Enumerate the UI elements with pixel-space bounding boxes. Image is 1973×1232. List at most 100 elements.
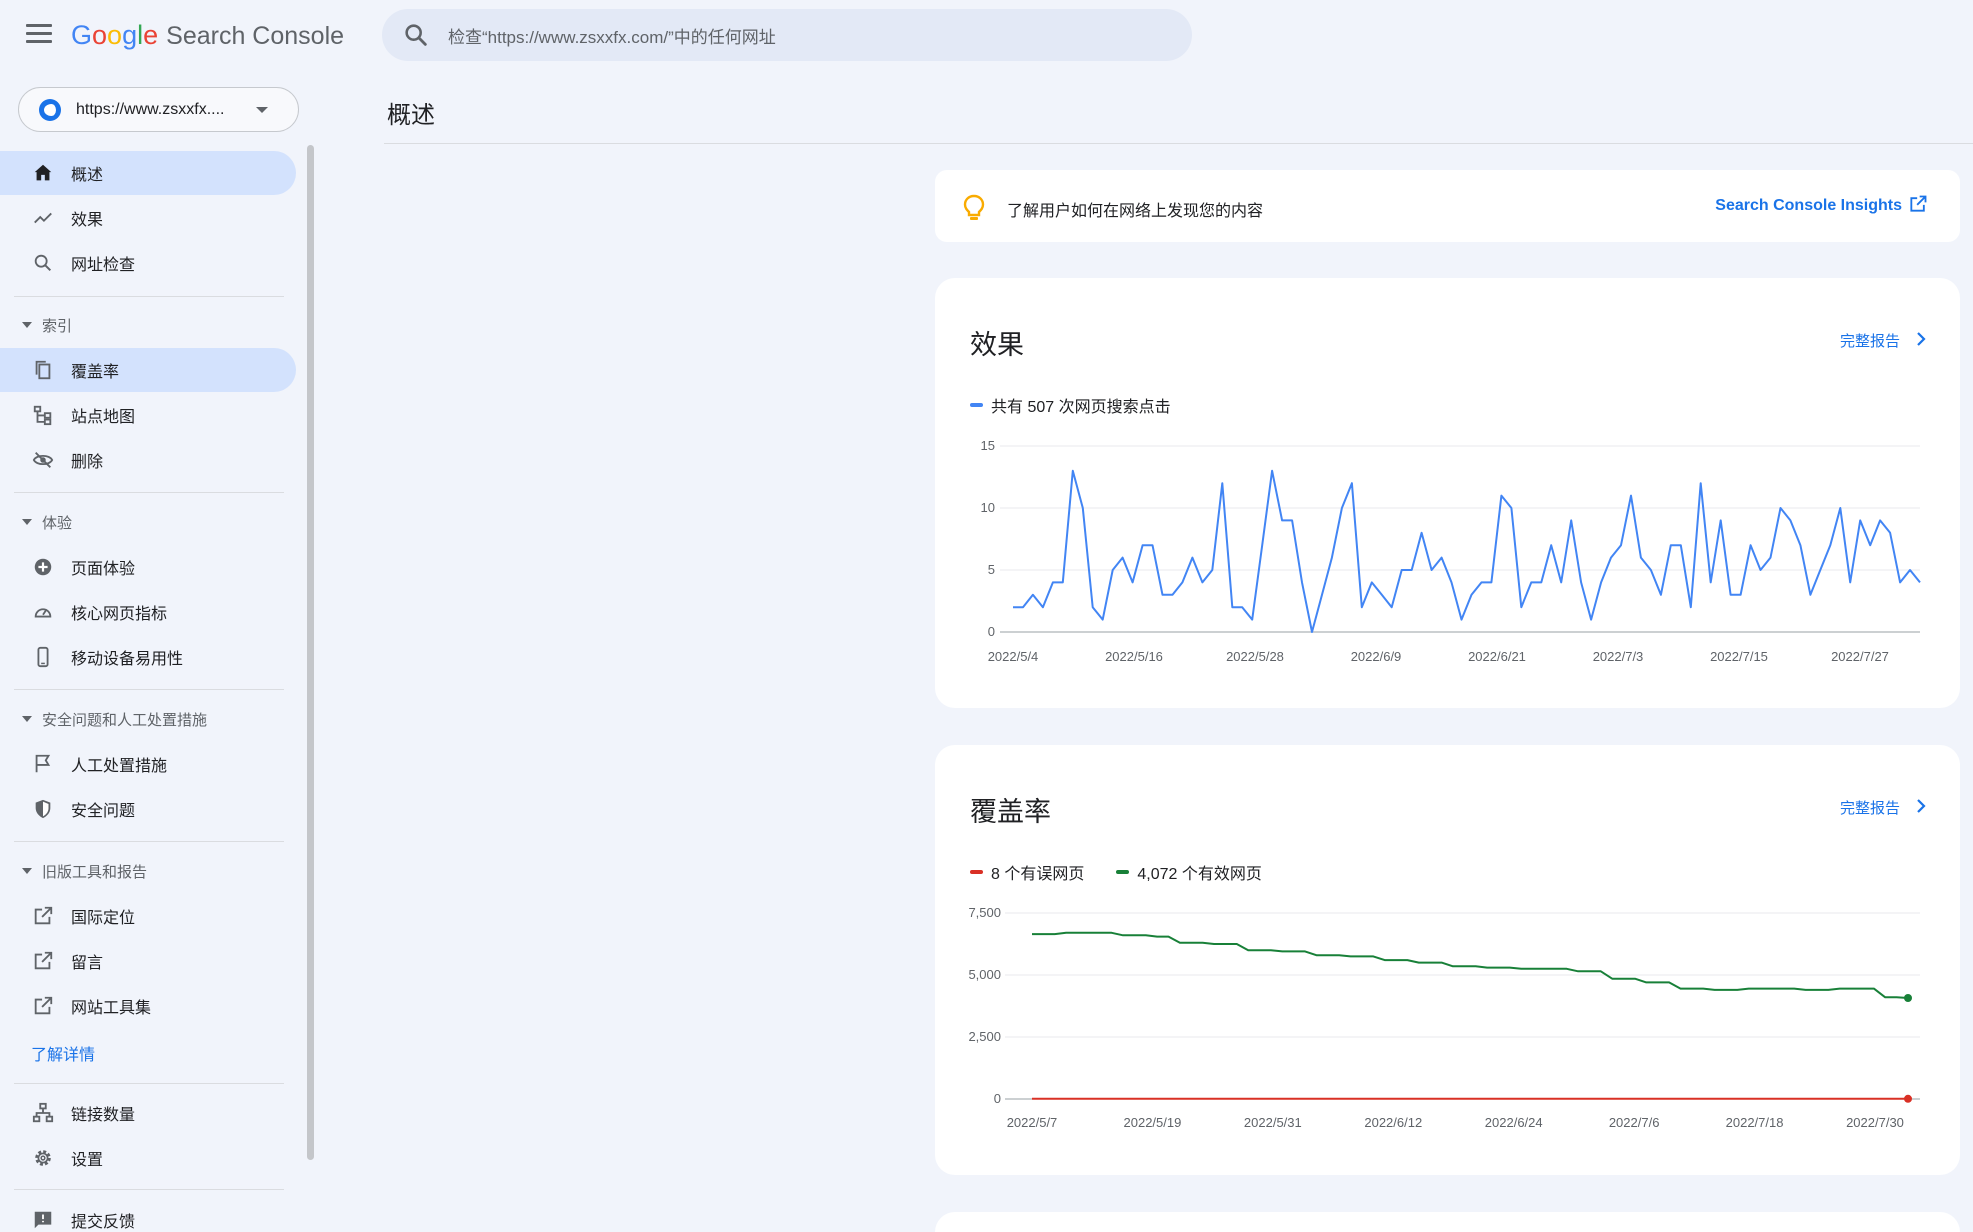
x-tick-label: 2022/5/16 [1105, 649, 1163, 664]
learn-more-link[interactable]: 了解详情 [31, 1041, 95, 1065]
main-menu-button[interactable] [26, 24, 52, 46]
trending-icon [31, 206, 55, 230]
sidebar-item-page-experience[interactable]: 页面体验 [0, 545, 296, 589]
coverage-chart[interactable]: 0 2,500 5,000 7,500 2022/5/7 2022/5/19 2022/5/… [935, 745, 1960, 1175]
x-tick-label: 2022/6/12 [1364, 1115, 1422, 1130]
coverage-card: 覆盖率 完整报告 8 个有误网页 4,072 个有效网页 0 2,500 5,000… [935, 745, 1960, 1175]
y-tick-label: 5,000 [968, 967, 1001, 982]
sidebar-item-removals[interactable]: 删除 [0, 438, 296, 482]
external-link-icon [31, 904, 55, 928]
sidebar-divider [14, 689, 284, 690]
sidebar-item-security-issues[interactable]: 安全问题 [0, 787, 296, 831]
speedometer-icon [31, 600, 55, 624]
y-tick-label: 0 [994, 1091, 1001, 1106]
x-tick-label: 2022/5/4 [988, 649, 1039, 664]
x-tick-label: 2022/7/15 [1710, 649, 1768, 664]
x-tick-label: 2022/5/31 [1244, 1115, 1302, 1130]
sidebar-item-coverage[interactable]: 覆盖率 [0, 348, 296, 392]
sidebar-item-url-inspection[interactable]: 网址检查 [0, 241, 296, 285]
y-tick-label: 7,500 [968, 905, 1001, 920]
section-toggle-index[interactable]: 索引 [22, 310, 72, 340]
feedback-icon [31, 1208, 55, 1232]
plus-circle-icon [31, 555, 55, 579]
series-end-point [1904, 994, 1912, 1003]
search-icon [31, 251, 55, 275]
sidebar-item-settings[interactable]: 设置 [0, 1136, 296, 1180]
sidebar-item-overview[interactable]: 概述 [0, 151, 296, 195]
x-tick-label: 2022/5/7 [1007, 1115, 1058, 1130]
performance-chart[interactable]: 0 5 10 15 2022/5/4 2022/5/16 2022/5/28 2022/6/9… [935, 278, 1960, 708]
sidebar-item-messages[interactable]: 留言 [0, 939, 296, 983]
caret-down-icon [22, 519, 32, 525]
sidebar-item-feedback[interactable]: 提交反馈 [0, 1198, 296, 1232]
external-link-icon[interactable] [1908, 194, 1928, 214]
x-tick-label: 2022/6/21 [1468, 649, 1526, 664]
flag-icon [31, 752, 55, 776]
eye-off-icon [31, 448, 55, 472]
sidebar-divider [14, 841, 284, 842]
caret-down-icon [22, 322, 32, 328]
pages-icon [31, 358, 55, 382]
sidebar-item-links[interactable]: 链接数量 [0, 1091, 296, 1135]
y-tick-label: 2,500 [968, 1029, 1001, 1044]
sidebar-item-manual-actions[interactable]: 人工处置措施 [0, 742, 296, 786]
property-selector[interactable]: https://www.zsxxfx.... [18, 87, 299, 132]
performance-card: 效果 完整报告 共有 507 次网页搜索点击 0 5 10 15 2022/5/4 202… [935, 278, 1960, 708]
y-tick-label: 15 [981, 438, 995, 453]
search-input-placeholder[interactable]: 检查“https://www.zsxxfx.com/”中的任何网址 [448, 23, 776, 48]
series-line [1032, 931, 1909, 999]
google-search-console-logo[interactable]: Google Search Console [71, 20, 344, 51]
shield-icon [31, 797, 55, 821]
next-card [935, 1212, 1960, 1232]
gear-icon [31, 1146, 55, 1170]
sidebar-scrollbar[interactable] [307, 145, 314, 1160]
y-tick-label: 0 [988, 624, 995, 639]
insights-text: 了解用户如何在网络上发现您的内容 [1007, 203, 1264, 220]
network-icon [31, 1101, 55, 1125]
x-tick-label: 2022/7/30 [1846, 1115, 1904, 1130]
sidebar-divider [14, 296, 284, 297]
section-toggle-security[interactable]: 安全问题和人工处置措施 [22, 704, 207, 734]
sidebar-item-sitemaps[interactable]: 站点地图 [0, 393, 296, 437]
caret-down-icon [22, 716, 32, 722]
y-tick-label: 10 [981, 500, 995, 515]
lightbulb-icon [963, 194, 985, 220]
phone-icon [31, 645, 55, 669]
product-name: Search Console [166, 22, 345, 50]
home-icon [31, 161, 55, 185]
sidebar-item-performance[interactable]: 效果 [0, 196, 296, 240]
sidebar-item-core-web-vitals[interactable]: 核心网页指标 [0, 590, 296, 634]
sidebar-divider [14, 492, 284, 493]
dropdown-arrow-icon [256, 106, 268, 113]
site-favicon-icon [39, 98, 61, 121]
section-toggle-experience[interactable]: 体验 [22, 507, 72, 537]
property-url: https://www.zsxxfx.... [76, 100, 225, 118]
insights-card: 了解用户如何在网络上发现您的内容 Search Console Insights [935, 170, 1960, 242]
title-divider [384, 143, 1973, 144]
x-tick-label: 2022/5/19 [1124, 1115, 1182, 1130]
x-tick-label: 2022/7/18 [1726, 1115, 1784, 1130]
x-tick-label: 2022/7/6 [1609, 1115, 1660, 1130]
section-toggle-legacy[interactable]: 旧版工具和报告 [22, 856, 147, 886]
sidebar-item-web-tools[interactable]: 网站工具集 [0, 984, 296, 1028]
sidebar-item-mobile-usability[interactable]: 移动设备易用性 [0, 635, 296, 679]
sidebar-divider [14, 1083, 284, 1084]
series-line [1013, 469, 1921, 633]
caret-down-icon [22, 868, 32, 874]
sidebar-item-international-targeting[interactable]: 国际定位 [0, 894, 296, 938]
url-inspection-search[interactable]: 检查“https://www.zsxxfx.com/”中的任何网址 [382, 9, 1192, 61]
x-tick-label: 2022/7/3 [1593, 649, 1644, 664]
external-link-icon [31, 994, 55, 1018]
x-tick-label: 2022/7/27 [1831, 649, 1889, 664]
search-icon [405, 24, 427, 46]
page-title: 概述 [387, 102, 435, 129]
search-console-insights-link[interactable]: Search Console Insights [1715, 197, 1902, 215]
y-tick-label: 5 [988, 562, 995, 577]
series-end-point [1904, 1094, 1912, 1103]
external-link-icon [31, 949, 55, 973]
x-tick-label: 2022/5/28 [1226, 649, 1284, 664]
sitemap-icon [31, 403, 55, 427]
sidebar-divider [14, 1189, 284, 1190]
x-tick-label: 2022/6/24 [1485, 1115, 1543, 1130]
x-tick-label: 2022/6/9 [1351, 649, 1402, 664]
